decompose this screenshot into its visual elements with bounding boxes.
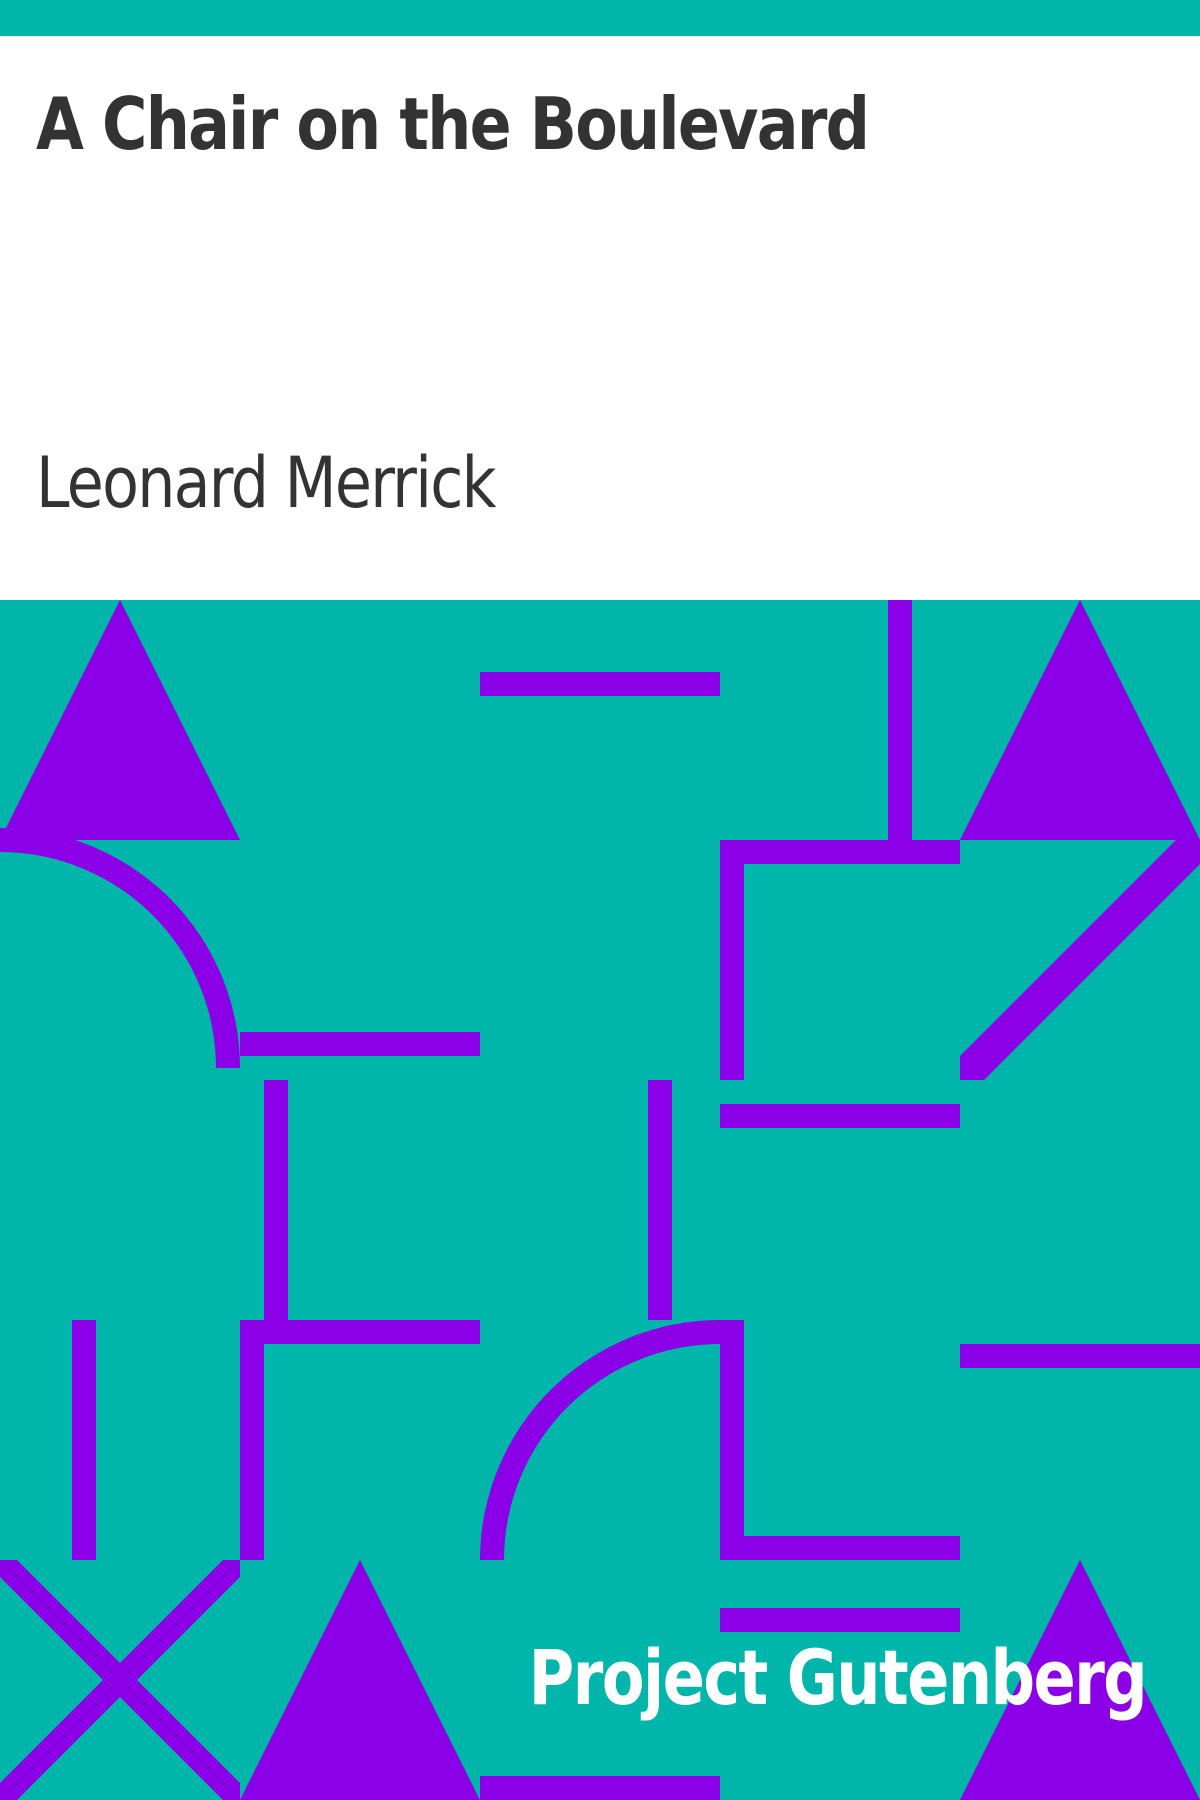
- bar-shape: [264, 1080, 288, 1320]
- bar-shape: [648, 1080, 672, 1320]
- bar-shape: [960, 1344, 1200, 1368]
- bar-shape: [720, 1608, 960, 1632]
- top-accent-bar: [0, 0, 1200, 36]
- bar-shape: [888, 600, 912, 840]
- bar-shape: [480, 672, 720, 696]
- publisher-name: Project Gutenberg: [528, 1633, 1147, 1722]
- bar-shape: [480, 1776, 720, 1800]
- bar-shape: [240, 1032, 480, 1056]
- book-author: Leonard Merrick: [36, 442, 496, 524]
- bar-shape: [72, 1320, 96, 1560]
- bar-shape: [720, 1104, 960, 1128]
- book-cover: A Chair on the Boulevard Leonard Merrick: [0, 0, 1200, 1800]
- geometric-pattern: [0, 600, 1200, 1800]
- book-title: A Chair on the Boulevard: [36, 82, 870, 166]
